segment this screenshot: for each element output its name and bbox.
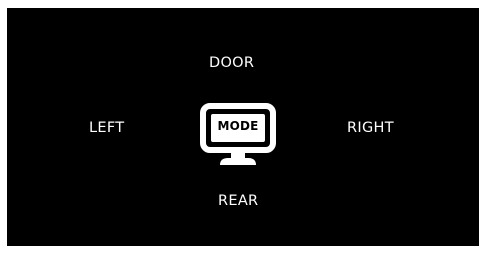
- monitor-icon: [200, 103, 276, 165]
- mode-label: MODE: [217, 119, 259, 133]
- mode-button[interactable]: MODE: [200, 103, 276, 169]
- right-option[interactable]: RIGHT: [347, 121, 394, 136]
- left-option[interactable]: LEFT: [89, 121, 124, 136]
- door-option[interactable]: DOOR: [209, 56, 254, 71]
- rear-option[interactable]: REAR: [218, 194, 258, 209]
- mode-selector-screen: DOOR LEFT RIGHT MODE REAR: [7, 8, 479, 246]
